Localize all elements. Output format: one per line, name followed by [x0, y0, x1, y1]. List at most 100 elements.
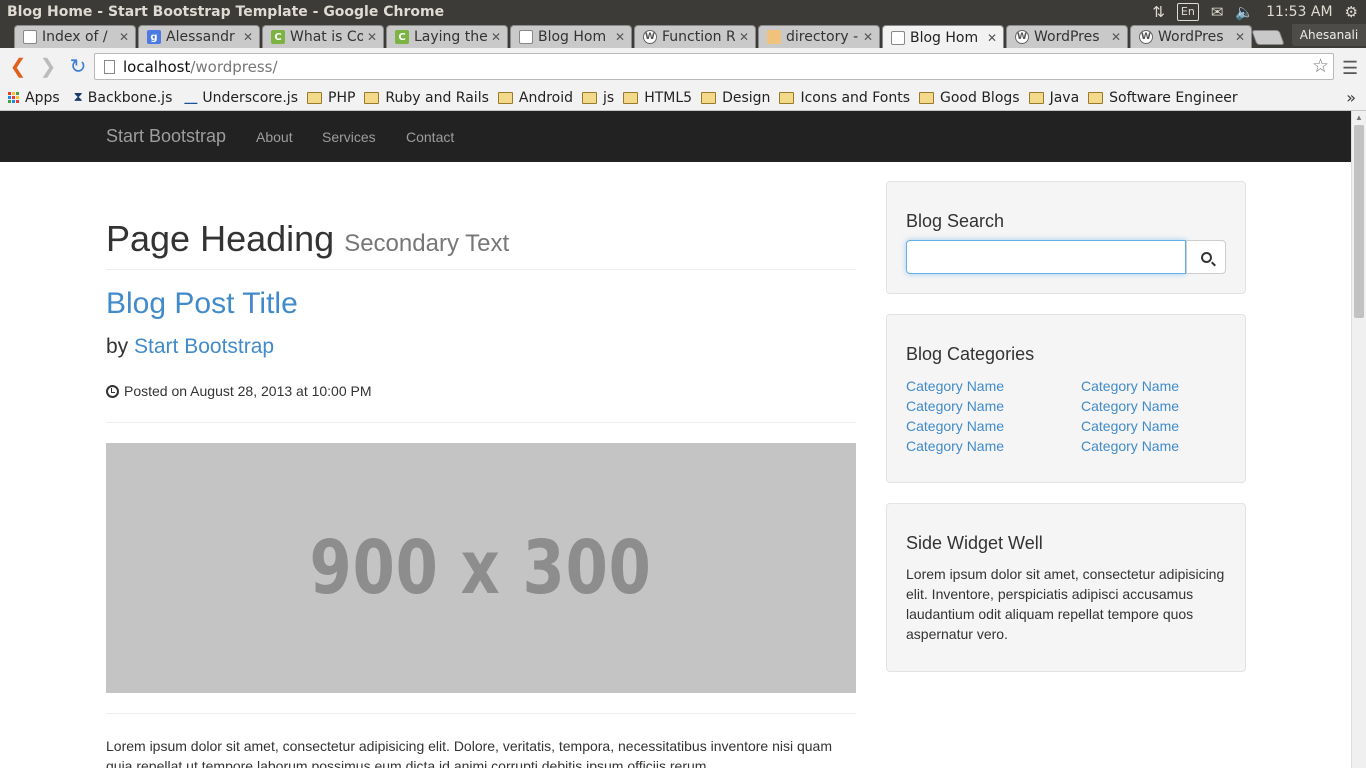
scrollbar-thumb[interactable]	[1354, 125, 1364, 318]
close-icon[interactable]: ✕	[243, 30, 253, 44]
close-icon[interactable]: ✕	[1235, 30, 1245, 44]
categories-column-right: Category Name Category Name Category Nam…	[1081, 376, 1179, 456]
close-icon[interactable]: ✕	[987, 31, 997, 45]
search-icon	[1200, 251, 1212, 263]
category-link[interactable]: Category Name	[906, 436, 1004, 456]
folder-icon	[1088, 91, 1104, 104]
bookmark-folder-android[interactable]: Android	[497, 90, 573, 106]
folder-icon	[1028, 91, 1044, 104]
tab-blog-home-1[interactable]: Blog Hom ✕	[510, 25, 632, 48]
close-icon[interactable]: ✕	[1111, 30, 1121, 44]
bookmark-backbone[interactable]: ⧗ Backbone.js	[74, 90, 173, 106]
category-link[interactable]: Category Name	[1081, 396, 1179, 416]
folder-icon	[307, 91, 322, 104]
back-arrow-icon[interactable]: ❮	[4, 53, 32, 81]
settings-gear-icon[interactable]: ⚙	[1345, 3, 1358, 21]
folder-icon	[364, 91, 380, 104]
tab-directory[interactable]: directory - ✕	[758, 25, 880, 48]
blog-search-title: Blog Search	[906, 211, 1005, 231]
os-top-bar: Blog Home - Start Bootstrap Template - G…	[0, 0, 1366, 24]
tab-what-is[interactable]: C What is Co ✕	[262, 25, 384, 48]
folder-icon	[497, 91, 513, 104]
close-icon[interactable]: ✕	[615, 30, 625, 44]
bookmark-folder-js[interactable]: js	[582, 90, 614, 106]
keyboard-layout-indicator[interactable]: En	[1176, 3, 1199, 21]
forward-arrow-icon[interactable]: ❯	[34, 53, 62, 81]
bookmark-folder-design[interactable]: Design	[701, 90, 770, 106]
tab-wordpress-2[interactable]: W WordPres ✕	[1130, 25, 1252, 48]
tab-alessandro[interactable]: g Alessandr ✕	[138, 25, 260, 48]
navbar-brand[interactable]: Start Bootstrap	[106, 126, 226, 147]
site-navbar: Start Bootstrap About Services Contact	[0, 111, 1351, 162]
post-title-link[interactable]: Blog Post Title	[106, 287, 298, 321]
menu-icon[interactable]: ☰	[1342, 58, 1358, 79]
tab-wordpress-1[interactable]: W WordPres ✕	[1006, 25, 1128, 48]
category-link[interactable]: Category Name	[906, 376, 1004, 396]
scroll-up-arrow-icon[interactable]: ▲	[1355, 113, 1363, 122]
folder-icon	[582, 91, 598, 104]
folder-icon	[919, 91, 935, 104]
categories-column-left: Category Name Category Name Category Nam…	[906, 376, 1004, 456]
system-tray: ⇅ En ✉ 🔈 11:53 AM ⚙	[1152, 3, 1366, 21]
volume-icon[interactable]: 🔈	[1235, 3, 1254, 21]
backbone-icon: ⧗	[73, 90, 83, 105]
page-icon	[104, 59, 115, 74]
bookmark-folder-icons-fonts[interactable]: Icons and Fonts	[779, 90, 910, 106]
tab-strip: Index of / ✕ g Alessandr ✕ C What is Co …	[0, 24, 1366, 49]
folder-icon	[779, 91, 795, 104]
address-bar[interactable]: localhost/wordpress/ ☆	[94, 53, 1334, 80]
close-icon[interactable]: ✕	[739, 30, 749, 44]
wordpress-icon: W	[1139, 30, 1153, 44]
bookmark-folder-ruby[interactable]: Ruby and Rails	[364, 90, 489, 106]
search-button[interactable]	[1186, 240, 1226, 274]
network-icon[interactable]: ⇅	[1152, 3, 1165, 21]
mail-icon[interactable]: ✉	[1211, 3, 1224, 21]
bookmark-underscore[interactable]: __ Underscore.js	[184, 90, 298, 106]
reload-icon[interactable]: ↻	[64, 53, 92, 81]
bookmarks-bar: Apps ⧗ Backbone.js __ Underscore.js PHP …	[0, 85, 1366, 111]
post-excerpt: Lorem ipsum dolor sit amet, consectetur …	[106, 738, 832, 768]
category-link[interactable]: Category Name	[1081, 416, 1179, 436]
close-icon[interactable]: ✕	[863, 30, 873, 44]
bookmark-folder-java[interactable]: Java	[1028, 90, 1079, 106]
nav-link-about[interactable]: About	[256, 129, 293, 145]
category-link[interactable]: Category Name	[1081, 376, 1179, 396]
blog-categories-well: Blog Categories Category Name Category N…	[886, 314, 1246, 483]
page-heading-secondary: Secondary Text	[344, 230, 510, 257]
folder-icon	[701, 91, 717, 104]
page-scrollbar[interactable]: ▲	[1351, 111, 1366, 768]
bookmark-folder-good-blogs[interactable]: Good Blogs	[919, 90, 1020, 106]
profile-button[interactable]: Ahesanali	[1292, 24, 1366, 46]
blog-categories-title: Blog Categories	[906, 344, 1035, 364]
bookmark-apps[interactable]: Apps	[8, 90, 60, 106]
category-link[interactable]: Category Name	[906, 396, 1004, 416]
tab-function-reference[interactable]: W Function R ✕	[634, 25, 756, 48]
post-date: Posted on August 28, 2013 at 10:00 PM	[106, 383, 372, 399]
window-title: Blog Home - Start Bootstrap Template - G…	[7, 4, 445, 20]
tab-laying-the[interactable]: C Laying the ✕	[386, 25, 508, 48]
bookmark-folder-html5[interactable]: HTML5	[623, 90, 692, 106]
nav-link-contact[interactable]: Contact	[406, 129, 454, 145]
page-header: Page Heading Secondary Text	[106, 218, 856, 270]
clock[interactable]: 11:53 AM	[1266, 4, 1332, 20]
tab-blog-home-active[interactable]: Blog Hom ✕	[882, 25, 1004, 49]
bookmark-folder-php[interactable]: PHP	[307, 90, 355, 106]
close-icon[interactable]: ✕	[367, 30, 377, 44]
nav-link-services[interactable]: Services	[322, 129, 376, 145]
apps-grid-icon	[8, 92, 19, 103]
divider	[106, 713, 856, 714]
document-icon	[519, 30, 533, 44]
search-input[interactable]	[906, 240, 1186, 274]
category-link[interactable]: Category Name	[906, 416, 1004, 436]
clock-icon	[106, 384, 119, 398]
close-icon[interactable]: ✕	[119, 30, 129, 44]
category-link[interactable]: Category Name	[1081, 436, 1179, 456]
new-tab-button[interactable]	[1251, 30, 1285, 45]
more-bookmarks-chevron-icon[interactable]: »	[1346, 88, 1356, 107]
close-icon[interactable]: ✕	[491, 30, 501, 44]
bookmark-folder-software-engineer[interactable]: Software Engineer	[1088, 90, 1238, 106]
author-link[interactable]: Start Bootstrap	[134, 335, 274, 358]
post-byline: by Start Bootstrap	[106, 335, 275, 358]
bookmark-star-icon[interactable]: ☆	[1312, 55, 1329, 77]
tab-index-of[interactable]: Index of / ✕	[14, 25, 136, 48]
